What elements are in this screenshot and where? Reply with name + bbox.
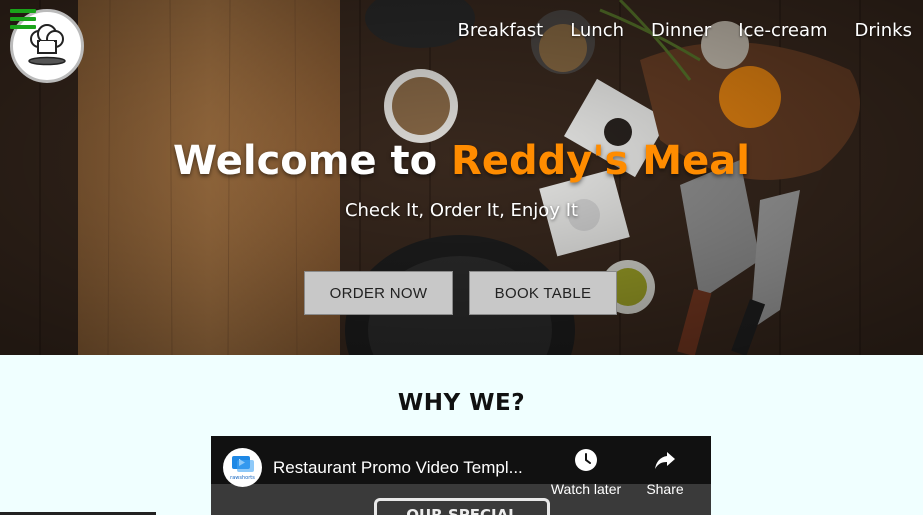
order-now-button[interactable]: ORDER NOW	[304, 271, 453, 315]
channel-logo-icon	[231, 456, 254, 472]
hero-title: Welcome to Reddy's Meal	[0, 138, 923, 184]
nav-item-ice-cream[interactable]: Ice-cream	[738, 20, 827, 41]
rawshorts-channel-icon[interactable]: rawshorts	[223, 448, 262, 487]
hero-title-brand: Reddy's Meal	[451, 138, 750, 184]
section-heading: WHY WE?	[397, 390, 526, 416]
menu-bar	[10, 17, 36, 21]
nav-item-dinner[interactable]: Dinner	[651, 20, 711, 41]
hero-title-prefix: Welcome to	[173, 138, 452, 184]
hero-banner: Breakfast Lunch Dinner Ice-cream Drinks …	[0, 0, 923, 355]
watch-later-button[interactable]: Watch later	[546, 448, 626, 497]
share-label: Share	[646, 481, 684, 497]
share-button[interactable]: Share	[625, 448, 705, 497]
watch-later-label: Watch later	[550, 481, 622, 497]
youtube-video-embed[interactable]: OUR SPECIAL rawshorts Restaurant Promo V…	[211, 436, 711, 515]
channel-label: rawshorts	[230, 475, 255, 481]
hamburger-menu-icon[interactable]	[10, 9, 36, 31]
main-navigation: Breakfast Lunch Dinner Ice-cream Drinks	[458, 20, 913, 41]
hero-subtitle: Check It, Order It, Enjoy It	[344, 200, 579, 221]
nav-item-drinks[interactable]: Drinks	[855, 20, 912, 41]
book-table-button[interactable]: BOOK TABLE	[469, 271, 617, 315]
menu-bar	[10, 25, 36, 29]
nav-item-breakfast[interactable]: Breakfast	[458, 20, 544, 41]
share-arrow-icon	[655, 452, 675, 469]
video-thumbnail-text: OUR SPECIAL	[374, 498, 550, 515]
menu-bar	[10, 9, 36, 13]
nav-item-lunch[interactable]: Lunch	[570, 20, 624, 41]
clock-icon	[575, 449, 597, 471]
video-title[interactable]: Restaurant Promo Video Templ...	[273, 458, 523, 478]
